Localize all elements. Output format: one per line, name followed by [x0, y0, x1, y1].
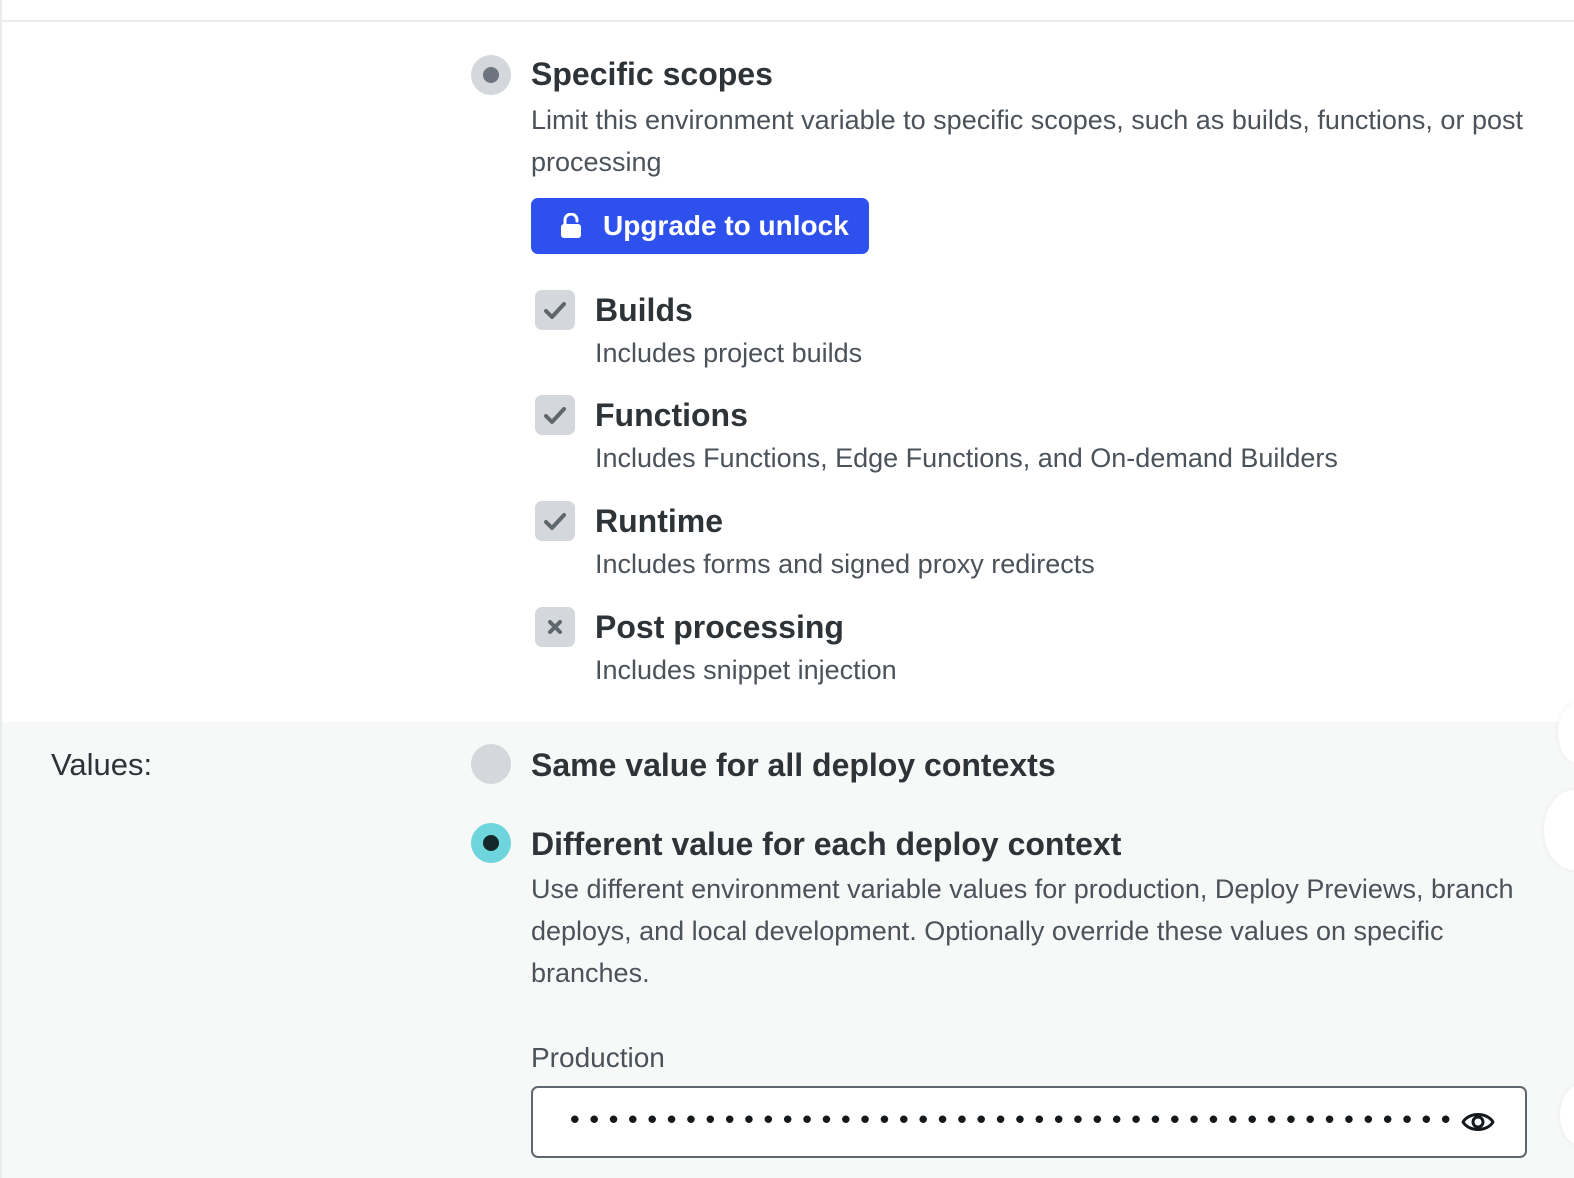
eye-icon[interactable] — [1461, 1107, 1495, 1137]
specific-scopes-radio[interactable] — [471, 55, 511, 95]
check-icon — [544, 302, 566, 319]
production-value-input[interactable]: ••••••••••••••••••••••••••••••••••••••••… — [531, 1086, 1527, 1158]
scope-title: Builds — [595, 292, 693, 328]
builds-checkbox[interactable] — [535, 290, 575, 330]
scope-title: Functions — [595, 397, 748, 433]
values-label: Values: — [51, 747, 153, 782]
same-value-radio[interactable] — [471, 744, 511, 784]
upgrade-to-unlock-button[interactable]: Upgrade to unlock — [531, 198, 869, 254]
post-processing-checkbox[interactable] — [535, 607, 575, 647]
check-icon — [544, 407, 566, 424]
scope-description: Includes snippet injection — [595, 655, 897, 685]
production-label: Production — [531, 1042, 665, 1073]
values-section: Values: Same value for all deploy contex… — [2, 722, 1574, 1178]
check-icon — [544, 513, 566, 530]
different-value-radio[interactable] — [471, 823, 511, 863]
scope-description: Includes project builds — [595, 338, 863, 368]
scope-description: Includes forms and signed proxy redirect… — [595, 549, 1095, 579]
scope-title: Runtime — [595, 503, 723, 539]
specific-scopes-description: Limit this environment variable to speci… — [531, 105, 1523, 177]
different-value-description: Use different environment variable value… — [531, 874, 1514, 988]
lock-icon — [561, 213, 581, 238]
same-value-title: Same value for all deploy contexts — [531, 747, 1056, 783]
functions-checkbox[interactable] — [535, 395, 575, 435]
scope-description: Includes Functions, Edge Functions, and … — [595, 443, 1338, 473]
radio-dot — [483, 835, 499, 851]
x-icon — [548, 620, 562, 634]
left-divider — [0, 0, 2, 1178]
runtime-checkbox[interactable] — [535, 501, 575, 541]
upgrade-button-label: Upgrade to unlock — [603, 210, 849, 241]
different-value-title: Different value for each deploy context — [531, 826, 1122, 862]
scopes-section: Specific scopes Limit this environment v… — [0, 22, 1574, 722]
radio-dot — [483, 67, 499, 83]
scope-title: Post processing — [595, 609, 844, 645]
masked-value: ••••••••••••••••••••••••••••••••••••••••… — [567, 1106, 1458, 1136]
specific-scopes-title: Specific scopes — [531, 56, 773, 92]
